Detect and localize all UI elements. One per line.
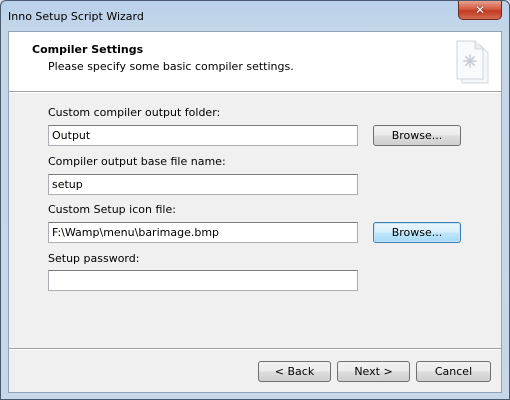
footer-separator <box>9 348 501 350</box>
back-button[interactable]: < Back <box>258 361 331 382</box>
setup-icon-file-label: Custom Setup icon file: <box>48 203 176 216</box>
output-folder-input[interactable] <box>48 125 358 146</box>
setup-password-label: Setup password: <box>48 252 140 265</box>
wizard-client-area: Compiler Settings Please specify some ba… <box>8 31 502 393</box>
browse-setup-icon-button[interactable]: Browse... <box>373 222 461 243</box>
wizard-page-icon <box>456 40 489 84</box>
next-button[interactable]: Next > <box>337 361 410 382</box>
title-bar[interactable]: Inno Setup Script Wizard ✕ <box>1 1 509 31</box>
base-file-name-label: Compiler output base file name: <box>48 155 226 168</box>
base-file-name-input[interactable] <box>48 174 358 195</box>
cancel-button[interactable]: Cancel <box>416 361 491 382</box>
header-separator <box>9 91 501 93</box>
wizard-window: Inno Setup Script Wizard ✕ Compiler Sett… <box>0 0 510 400</box>
wizard-header: Compiler Settings Please specify some ba… <box>9 32 501 91</box>
page-title: Compiler Settings <box>32 43 144 56</box>
close-icon: ✕ <box>474 3 486 17</box>
output-folder-label: Custom compiler output folder: <box>48 106 221 119</box>
page-subtitle: Please specify some basic compiler setti… <box>48 60 294 73</box>
close-button[interactable]: ✕ <box>458 1 502 20</box>
browse-output-folder-button[interactable]: Browse... <box>373 125 461 146</box>
window-title: Inno Setup Script Wizard <box>8 10 144 23</box>
setup-password-input[interactable] <box>48 270 358 291</box>
setup-icon-file-input[interactable] <box>48 222 358 243</box>
